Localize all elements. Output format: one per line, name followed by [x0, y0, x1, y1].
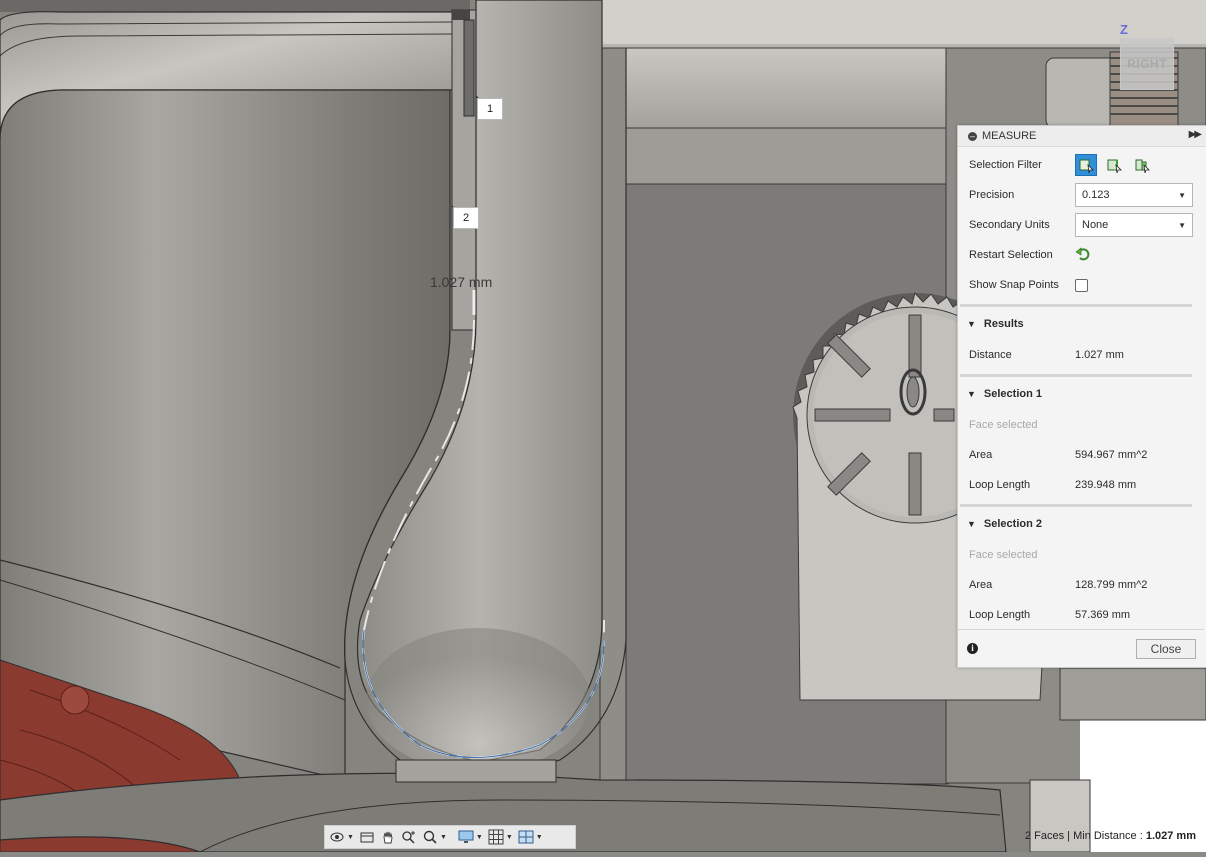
orbit-tool[interactable]: ▼ [329, 827, 354, 847]
zoom-tool[interactable] [401, 827, 417, 847]
view-cube[interactable]: Z RIGHT [1108, 22, 1188, 102]
chevron-down-icon: ▼ [1178, 220, 1186, 230]
selection-2-status-row: Face selected [969, 540, 1195, 570]
measure-panel-header[interactable]: – MEASURE ▶▶ [958, 126, 1206, 147]
distance-value: 1.027 mm [1075, 349, 1124, 361]
grid-icon [488, 829, 504, 845]
chevron-down-icon[interactable]: ▼ [440, 834, 447, 841]
look-at-tool[interactable] [359, 827, 375, 847]
selection-1-status: Face selected [969, 419, 1038, 431]
select-face-filter-icon[interactable] [1075, 154, 1097, 176]
selection-2-area-value: 128.799 mm^2 [1075, 579, 1148, 591]
grid-settings-tool[interactable]: ▼ [488, 827, 513, 847]
footer-divider [958, 629, 1204, 630]
restart-selection-row: Restart Selection [969, 240, 1195, 270]
chevron-down-icon[interactable]: ▼ [536, 834, 543, 841]
show-snap-points-label: Show Snap Points [969, 279, 1059, 291]
precision-row: Precision 0.123 ▼ [969, 180, 1195, 210]
secondary-units-label: Secondary Units [969, 219, 1050, 231]
chevron-down-icon: ▼ [1178, 190, 1186, 200]
info-icon[interactable]: i [967, 643, 978, 654]
precision-label: Precision [969, 189, 1015, 201]
pan-hand-icon [383, 831, 393, 844]
distance-dimension-label: 1.027 mm [430, 274, 493, 290]
viewcube-right-face[interactable]: RIGHT [1120, 38, 1174, 90]
selection-filter-label: Selection Filter [969, 159, 1042, 171]
selection-filter-row: Selection Filter [969, 150, 1195, 180]
measure-title: MEASURE [982, 130, 1037, 142]
expand-panel-icon[interactable]: ▶▶ [1189, 129, 1202, 140]
secondary-units-dropdown[interactable]: None ▼ [1075, 213, 1193, 237]
close-button[interactable]: Close [1136, 639, 1196, 659]
orbit-icon [330, 832, 344, 842]
selection-1-area-label: Area [969, 449, 993, 461]
results-heading: Results [983, 318, 1024, 330]
selection-2-status: Face selected [969, 549, 1038, 561]
selection-2-loop-label: Loop Length [969, 609, 1031, 621]
select-edge-filter-icon[interactable] [1103, 154, 1125, 176]
collapse-triangle-icon: ▼ [967, 319, 976, 329]
selection-1-loop-label: Loop Length [969, 479, 1031, 491]
precision-dropdown[interactable]: 0.123 ▼ [1075, 183, 1193, 207]
selection-2-area-row: Area 128.799 mm^2 [969, 570, 1195, 600]
viewports-tool[interactable]: ▼ [518, 827, 543, 847]
z-axis-label: Z [1120, 22, 1128, 37]
selection-2-loop-value: 57.369 mm [1075, 609, 1131, 621]
selection-1-area-row: Area 594.967 mm^2 [969, 440, 1195, 470]
restart-selection-label: Restart Selection [969, 249, 1053, 261]
select-body-filter-icon[interactable] [1131, 154, 1153, 176]
display-monitor-icon [458, 830, 474, 843]
section-divider [960, 504, 1192, 507]
distance-label: Distance [969, 349, 1012, 361]
pan-tool[interactable] [380, 827, 396, 847]
zoom-window-tool[interactable]: ▼ [422, 827, 447, 847]
results-section-header[interactable]: ▼ Results [967, 312, 1024, 336]
distance-row: Distance 1.027 mm [969, 340, 1195, 370]
selection-callout-2: 2 [453, 207, 479, 229]
selection-1-status-row: Face selected [969, 410, 1195, 440]
secondary-units-row: Secondary Units None ▼ [969, 210, 1195, 240]
chevron-down-icon[interactable]: ▼ [347, 834, 354, 841]
zoom-icon [402, 831, 415, 844]
selection-1-area-value: 594.967 mm^2 [1075, 449, 1148, 461]
section-divider [960, 304, 1192, 307]
look-at-icon [360, 832, 374, 843]
selection-2-heading: Selection 2 [983, 518, 1042, 530]
secondary-units-value: None [1082, 219, 1109, 231]
section-divider [960, 374, 1192, 377]
selection-1-loop-row: Loop Length 239.948 mm [969, 470, 1195, 500]
status-text: 2 Faces | Min Distance : 1.027 mm [1025, 830, 1196, 842]
selection-1-loop-value: 239.948 mm [1075, 479, 1137, 491]
status-min-distance: 1.027 mm [1145, 830, 1196, 842]
collapse-triangle-icon: ▼ [967, 519, 976, 529]
collapse-icon[interactable]: – [968, 131, 977, 141]
chevron-down-icon[interactable]: ▼ [506, 834, 513, 841]
show-snap-points-row: Show Snap Points [969, 270, 1195, 300]
restart-selection-icon[interactable] [1075, 246, 1091, 265]
status-prefix: 2 Faces | Min Distance : [1024, 830, 1146, 842]
display-settings-tool[interactable]: ▼ [458, 827, 483, 847]
selection-2-area-label: Area [969, 579, 993, 591]
selection-1-section-header[interactable]: ▼ Selection 1 [967, 382, 1042, 406]
selection-callout-1: 1 [477, 98, 503, 120]
navigation-toolbar: ▼ ▼ ▼ ▼ ▼ [324, 825, 576, 849]
show-snap-points-checkbox[interactable] [1075, 278, 1088, 292]
precision-value: 0.123 [1082, 189, 1110, 201]
measure-panel: – MEASURE ▶▶ Selection Filter Precision … [957, 125, 1206, 668]
viewports-icon [518, 830, 534, 844]
selection-2-section-header[interactable]: ▼ Selection 2 [967, 512, 1042, 536]
collapse-triangle-icon: ▼ [967, 389, 976, 399]
chevron-down-icon[interactable]: ▼ [476, 834, 483, 841]
selection-1-heading: Selection 1 [983, 388, 1042, 400]
selection-2-loop-row: Loop Length 57.369 mm [969, 600, 1195, 630]
magnifier-icon [423, 830, 437, 844]
